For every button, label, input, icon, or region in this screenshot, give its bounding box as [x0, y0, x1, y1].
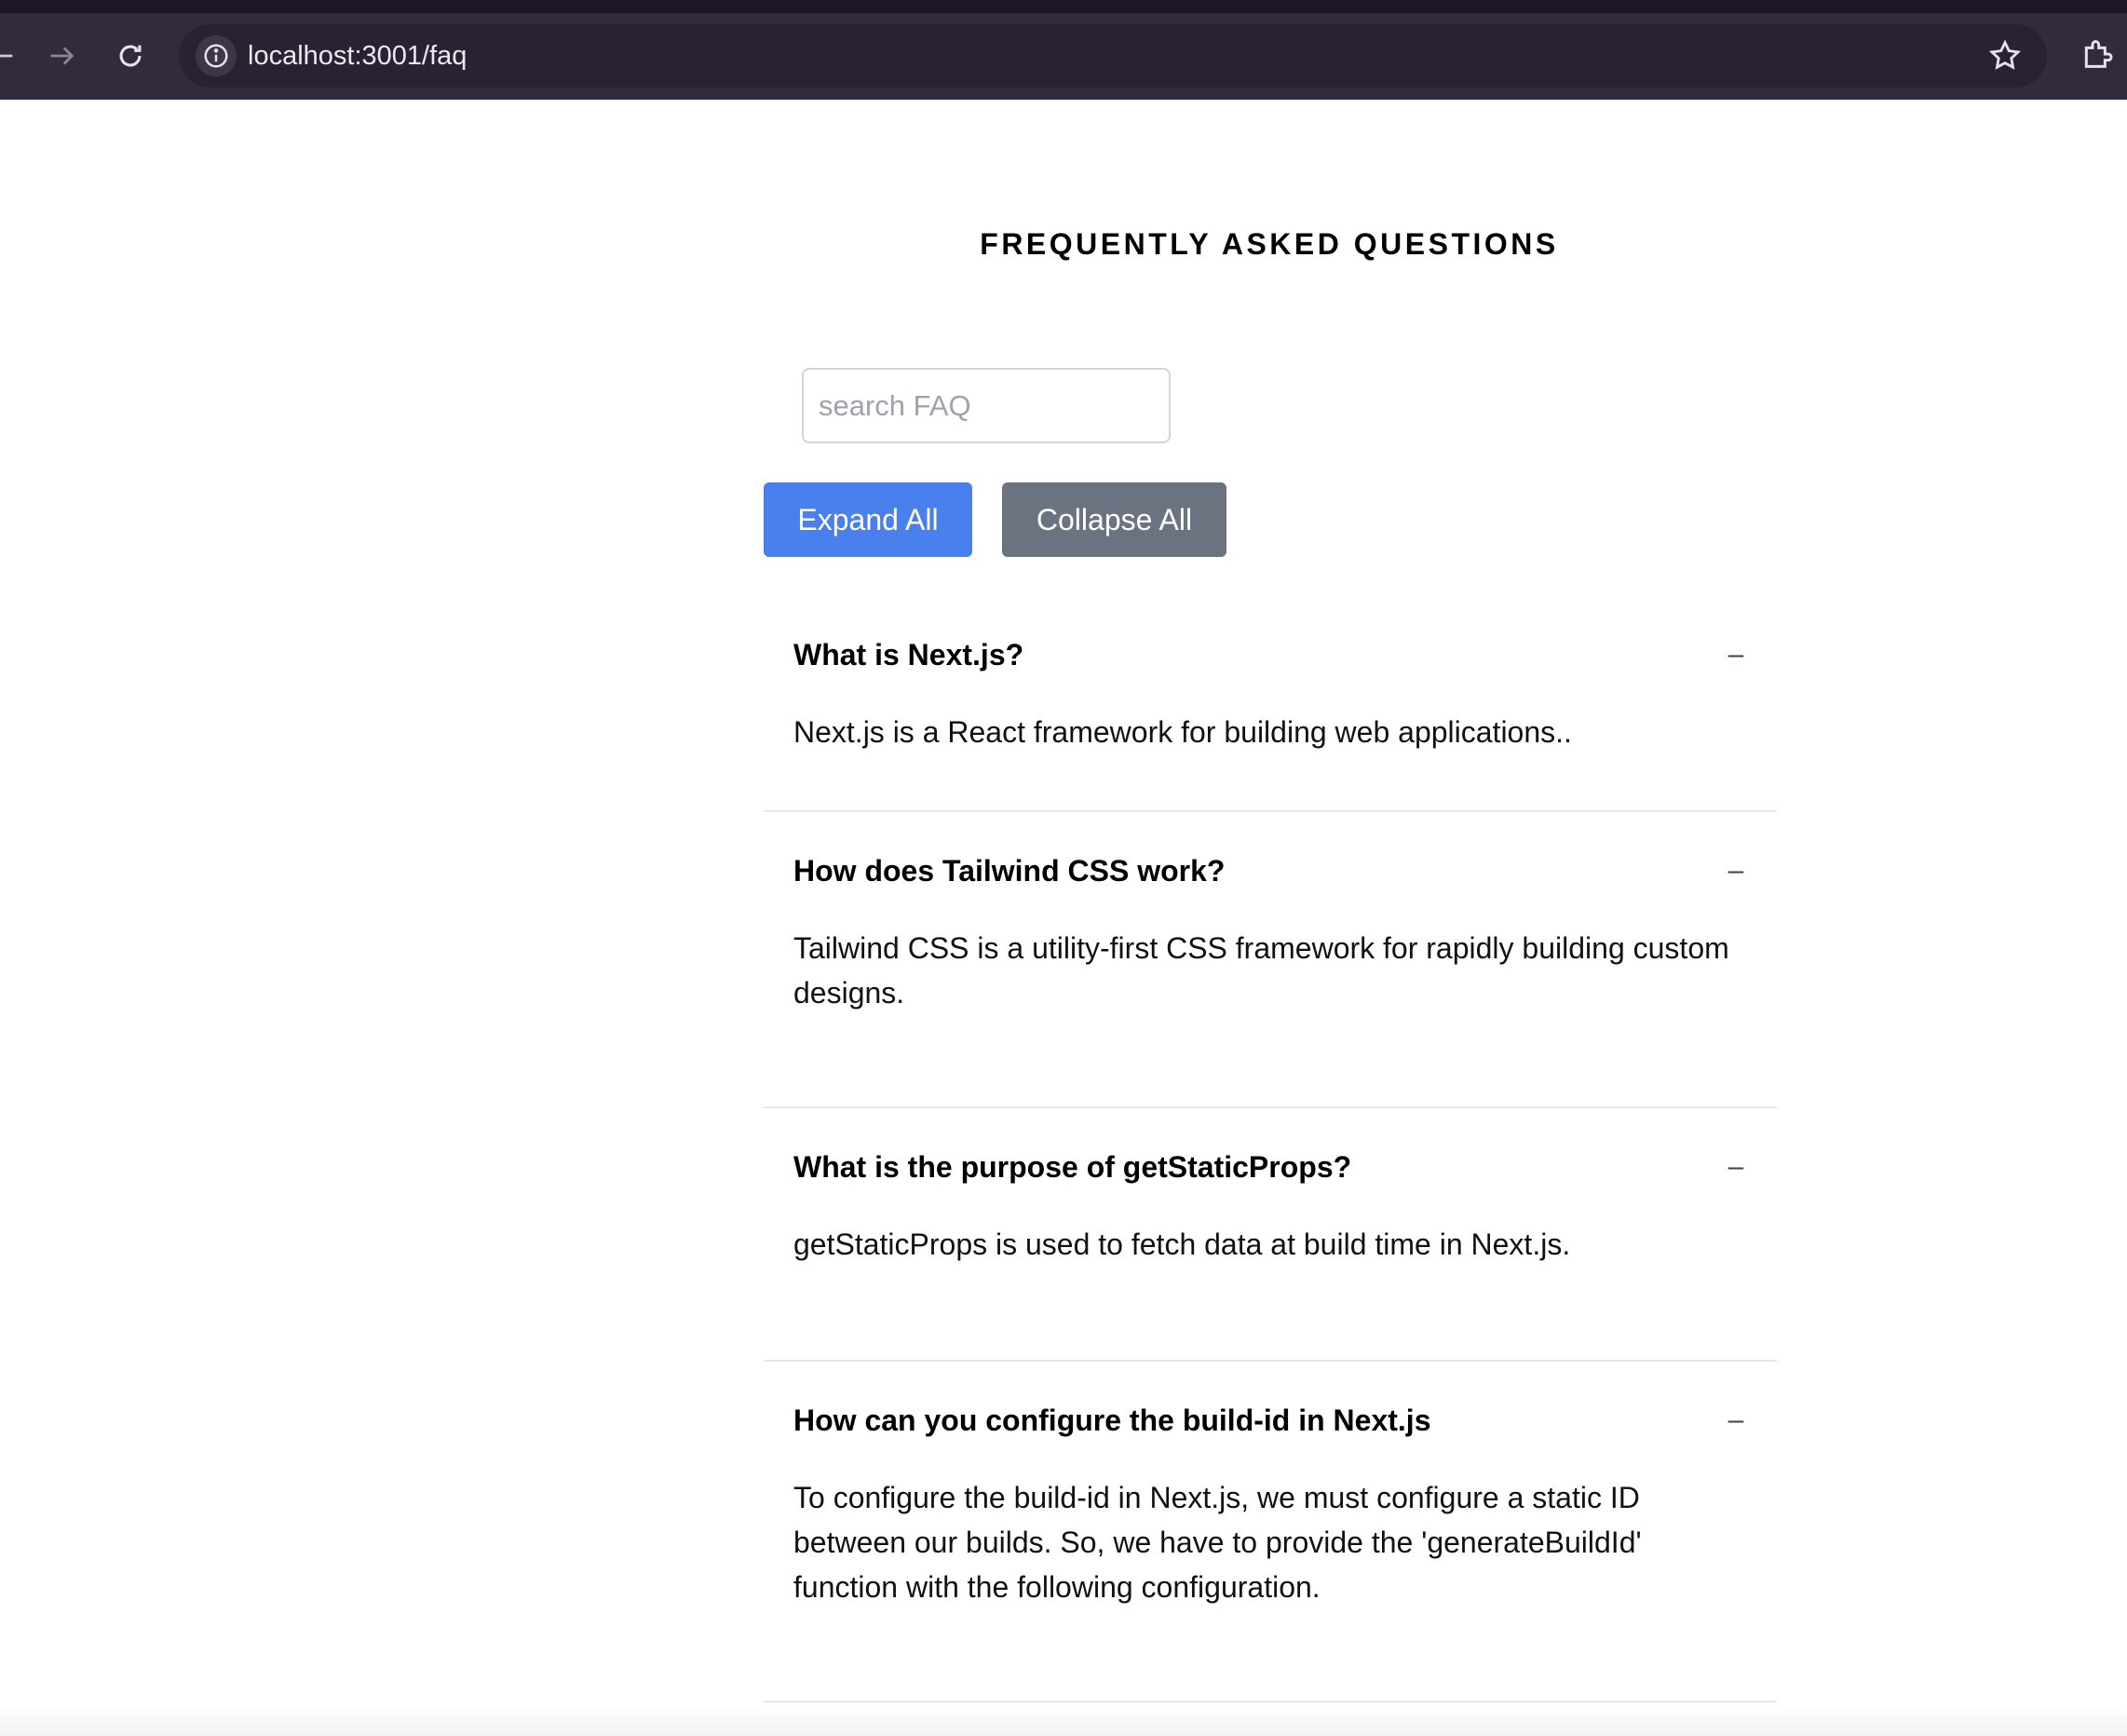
faq-question-toggle[interactable]: What is Next.js? –: [764, 607, 1777, 702]
faq-answer: Next.js is a React framework for buildin…: [793, 715, 1572, 749]
browser-toolbar: localhost:3001/faq: [0, 0, 2127, 100]
faq-item: What is Next.js? – Next.js is a React fr…: [764, 607, 1777, 812]
collapse-minus-icon[interactable]: –: [1725, 855, 1747, 887]
faq-question: How can you configure the build-id in Ne…: [793, 1403, 1431, 1437]
back-arrow-icon[interactable]: [0, 34, 24, 78]
page-bottom-fade: [0, 1704, 2127, 1736]
faq-question: How does Tailwind CSS work?: [793, 853, 1226, 888]
faq-question-toggle[interactable]: What is the purpose of getStaticProps? –: [764, 1119, 1777, 1214]
faq-answer: getStaticProps is used to fetch data at …: [793, 1227, 1571, 1261]
expand-all-button[interactable]: Expand All: [764, 482, 972, 557]
faq-item: How can you configure the build-id in Ne…: [764, 1373, 1777, 1702]
collapse-minus-icon[interactable]: –: [1725, 1151, 1747, 1183]
star-icon[interactable]: [1987, 38, 2023, 74]
info-icon[interactable]: [196, 35, 237, 76]
extensions-icon[interactable]: [2079, 35, 2116, 73]
url-text[interactable]: localhost:3001/faq: [248, 40, 467, 72]
page-title: FREQUENTLY ASKED QUESTIONS: [980, 227, 1559, 261]
reload-icon[interactable]: [108, 34, 153, 78]
faq-item: How does Tailwind CSS work? – Tailwind C…: [764, 823, 1777, 1108]
faq-answer: To configure the build-id in Next.js, we…: [793, 1481, 1642, 1604]
faq-answer: Tailwind CSS is a utility-first CSS fram…: [793, 931, 1729, 1010]
forward-arrow-icon[interactable]: [39, 34, 84, 78]
collapse-all-button[interactable]: Collapse All: [1002, 482, 1226, 557]
collapse-minus-icon[interactable]: –: [1725, 1404, 1747, 1436]
faq-item: What is the purpose of getStaticProps? –…: [764, 1119, 1777, 1362]
faq-question-toggle[interactable]: How can you configure the build-id in Ne…: [764, 1373, 1777, 1468]
faq-question: What is Next.js?: [793, 637, 1024, 671]
faq-question-toggle[interactable]: How does Tailwind CSS work? –: [764, 823, 1777, 918]
address-bar[interactable]: localhost:3001/faq: [179, 24, 2047, 88]
faq-list: What is Next.js? – Next.js is a React fr…: [764, 607, 1777, 1702]
collapse-minus-icon[interactable]: –: [1725, 639, 1747, 671]
faq-question: What is the purpose of getStaticProps?: [793, 1149, 1352, 1184]
tab-strip: [0, 0, 2127, 13]
search-input[interactable]: [802, 368, 1171, 443]
